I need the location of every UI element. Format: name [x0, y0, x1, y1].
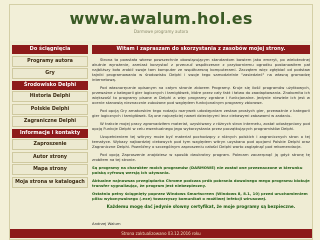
author-signature: Andrzej Walum — [92, 221, 121, 226]
paragraph-delphi-functions: W trakcie mojej pracy zgromadziłem mater… — [92, 121, 310, 131]
sidebar-item-author[interactable]: Autor strony — [12, 151, 88, 163]
note-smartscreen: Ostatnio pełny ściągnięty poprzez Window… — [92, 191, 308, 201]
paragraph-intro: Strona ta powstała wbrew powszechnie obo… — [92, 57, 310, 82]
welcome-banner: Witam i zapraszam do skorzystania z zaso… — [92, 45, 310, 54]
site-subtitle: Darmowe programy autora — [133, 29, 189, 34]
paragraph-links: Uzupełnieniem tej witryny może być mater… — [92, 134, 310, 149]
footer: Strona zaktualizowano 03.12.2016 roku — [10, 229, 312, 238]
page-container: www.awalum.hol.es Darmowe programy autor… — [9, 4, 313, 240]
sidebar-head-delphi: Środowisko Delphi — [12, 80, 88, 90]
note-chrome: Aktualne najnowsza przeglądarka Chrome p… — [92, 178, 310, 188]
header: www.awalum.hol.es Darmowe programy autor… — [10, 5, 312, 41]
sidebar-item-site-map[interactable]: Mapa strony — [12, 164, 88, 175]
closing-statement: Każdemu mogę dać jedynie słowny certyfik… — [106, 204, 296, 209]
sidebar-item-foreign-delphi[interactable]: Zagraniczne Delphi — [12, 116, 88, 127]
sidebar-head-info: Informacje i kontakty — [12, 128, 88, 138]
sidebar-head-downloads: Do ściągnięcia — [12, 45, 88, 54]
sidebar-menu: Do ściągnięcia Programy autora Gry Środo… — [12, 45, 88, 189]
main-content: Witam i zapraszam do skorzystania z zaso… — [92, 45, 310, 221]
sidebar-item-polish-delphi[interactable]: Polskie Delphi — [12, 103, 88, 115]
sidebar-item-delphi-history[interactable]: Historia Delphi — [12, 91, 88, 102]
note-free-programs: Są programy na charakter moich programów… — [92, 165, 303, 175]
paragraph-games: Pod opcją Gry amatorskim tego rodzaju ro… — [92, 108, 310, 118]
sidebar-item-invitation[interactable]: Zaproszenie — [12, 139, 88, 150]
site-title[interactable]: www.awalum.hol.es — [10, 9, 312, 28]
sidebar-item-author-programs[interactable]: Programy autora — [12, 55, 88, 67]
paragraph-invitation: Pod opcją Zaproszenie znajdziesz w sposó… — [92, 152, 310, 162]
sidebar-item-catalogs[interactable]: Moja strona w katalogach — [12, 176, 88, 188]
sidebar-item-games[interactable]: Gry — [12, 68, 88, 79]
paragraph-programs: Pod własnoręcznie opisanym na całym stro… — [92, 85, 310, 105]
